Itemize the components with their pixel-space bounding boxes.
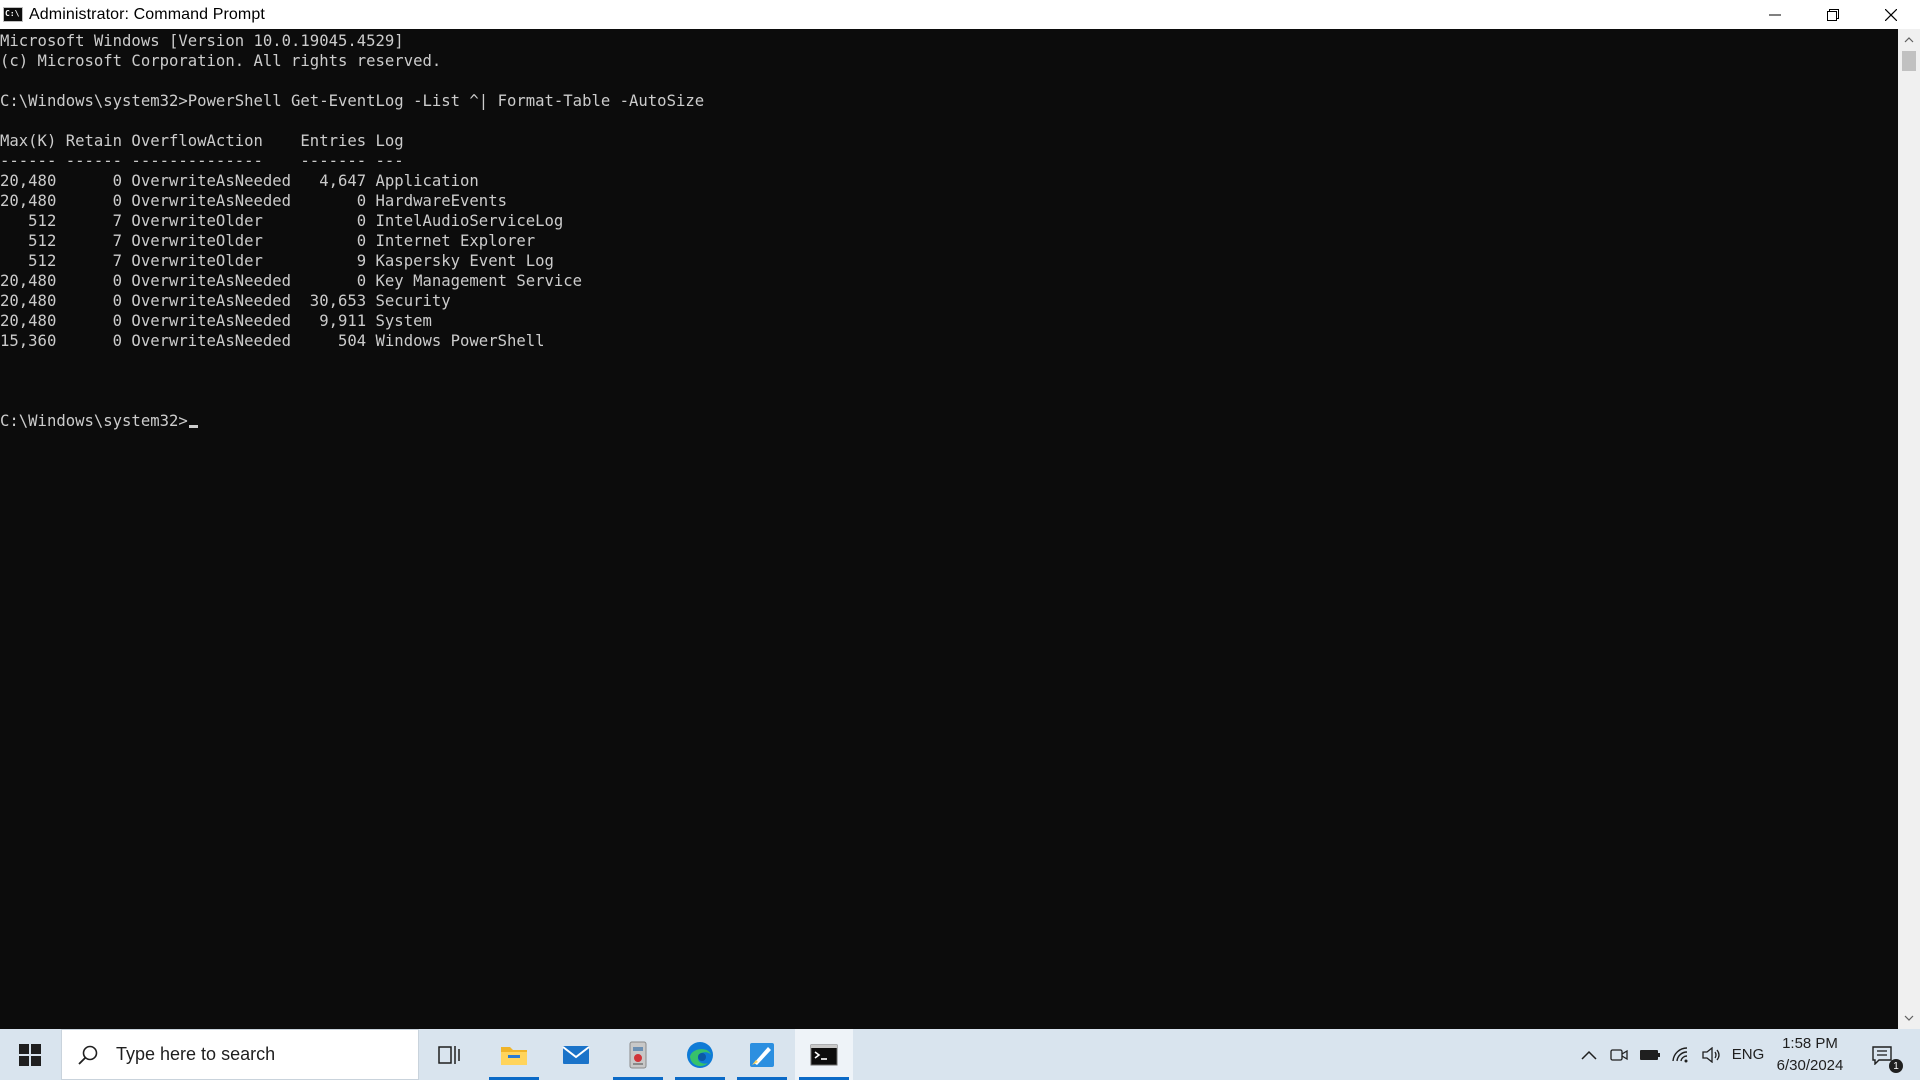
- scroll-down-button[interactable]: [1898, 1009, 1920, 1027]
- clock-button[interactable]: 1:58 PM 6/30/2024: [1760, 1029, 1860, 1080]
- console-line: C:\Windows\system32>PowerShell Get-Event…: [0, 92, 705, 110]
- task-view-icon: [438, 1045, 460, 1064]
- prompt-line[interactable]: C:\Windows\system32>: [0, 411, 704, 431]
- console-line: 15,360 0 OverwriteAsNeeded 504 Windows P…: [0, 332, 545, 350]
- console-line: 20,480 0 OverwriteAsNeeded 9,911 System: [0, 312, 432, 330]
- close-icon: [1885, 8, 1897, 21]
- console-line: Microsoft Windows [Version 10.0.19045.45…: [0, 32, 404, 50]
- speaker-icon: [1702, 1046, 1720, 1063]
- prompt-text: C:\Windows\system32>: [0, 412, 188, 430]
- console-line: 20,480 0 OverwriteAsNeeded 30,653 Securi…: [0, 292, 451, 310]
- chevron-up-icon: [1904, 37, 1914, 43]
- console-line: ------ ------ -------------- ------- ---: [0, 152, 404, 170]
- clock-time: 1:58 PM: [1782, 1034, 1838, 1052]
- title-bar[interactable]: Administrator: Command Prompt: [0, 0, 1920, 29]
- battery-button[interactable]: [1636, 1029, 1664, 1080]
- scroll-thumb[interactable]: [1902, 51, 1916, 71]
- search-icon: [76, 1043, 100, 1067]
- show-hidden-icons-button[interactable]: [1576, 1029, 1602, 1080]
- edge-icon: [687, 1041, 713, 1068]
- console-line: 20,480 0 OverwriteAsNeeded 4,647 Applica…: [0, 172, 479, 190]
- minimize-button[interactable]: [1746, 0, 1804, 29]
- vertical-scrollbar[interactable]: [1898, 29, 1920, 1029]
- volume-button[interactable]: [1697, 1029, 1725, 1080]
- mail-button[interactable]: [547, 1029, 605, 1080]
- file-explorer-button[interactable]: [485, 1029, 543, 1080]
- installer-button[interactable]: [609, 1029, 667, 1080]
- command-prompt-button[interactable]: [795, 1029, 853, 1080]
- console-output: Microsoft Windows [Version 10.0.19045.45…: [0, 29, 704, 431]
- folder-icon: [501, 1046, 527, 1065]
- start-button[interactable]: [0, 1029, 60, 1080]
- installer-icon: [629, 1041, 647, 1068]
- terminal-icon: [810, 1044, 838, 1065]
- restore-icon: [1827, 8, 1839, 21]
- chevron-down-icon: [1904, 1015, 1914, 1021]
- minimize-icon: [1769, 14, 1781, 15]
- scroll-up-button[interactable]: [1898, 31, 1920, 49]
- console-line: 512 7 OverwriteOlder 0 Internet Explorer: [0, 232, 536, 250]
- edge-button[interactable]: [671, 1029, 729, 1080]
- paint-button[interactable]: [733, 1029, 791, 1080]
- console-line: Max(K) Retain OverflowAction Entries Log: [0, 132, 404, 150]
- clock-date: 6/30/2024: [1776, 1056, 1844, 1074]
- console-area[interactable]: Microsoft Windows [Version 10.0.19045.45…: [0, 29, 1898, 1029]
- mail-icon: [562, 1045, 590, 1064]
- console-line: 20,480 0 OverwriteAsNeeded 0 HardwareEve…: [0, 192, 507, 210]
- taskbar-search-box[interactable]: Type here to search: [61, 1029, 419, 1080]
- taskbar: Type here to search ENG 1:58 PM 6/30/202…: [0, 1029, 1920, 1080]
- window-controls: [1746, 0, 1920, 29]
- windows-logo-icon: [19, 1043, 41, 1066]
- restore-button[interactable]: [1804, 0, 1862, 29]
- text-cursor: [188, 425, 198, 428]
- network-button[interactable]: [1667, 1029, 1695, 1080]
- paint-icon: [750, 1042, 774, 1067]
- chevron-up-icon: [1581, 1050, 1597, 1060]
- window-title: Administrator: Command Prompt: [29, 5, 265, 23]
- notification-count-badge: 1: [1889, 1059, 1903, 1073]
- cmd-icon: [3, 7, 23, 22]
- console-line: 512 7 OverwriteOlder 0 IntelAudioService…: [0, 212, 564, 230]
- search-placeholder: Type here to search: [116, 1044, 276, 1064]
- task-view-button[interactable]: [421, 1029, 479, 1080]
- console-line: 20,480 0 OverwriteAsNeeded 0 Key Managem…: [0, 272, 583, 290]
- console-line: 512 7 OverwriteOlder 9 Kaspersky Event L…: [0, 252, 554, 270]
- meet-now-button[interactable]: [1606, 1029, 1632, 1080]
- battery-icon: [1640, 1049, 1660, 1060]
- console-line: (c) Microsoft Corporation. All rights re…: [0, 52, 442, 70]
- wifi-icon: [1672, 1046, 1688, 1062]
- close-button[interactable]: [1862, 0, 1920, 29]
- camera-icon: [1610, 1048, 1628, 1061]
